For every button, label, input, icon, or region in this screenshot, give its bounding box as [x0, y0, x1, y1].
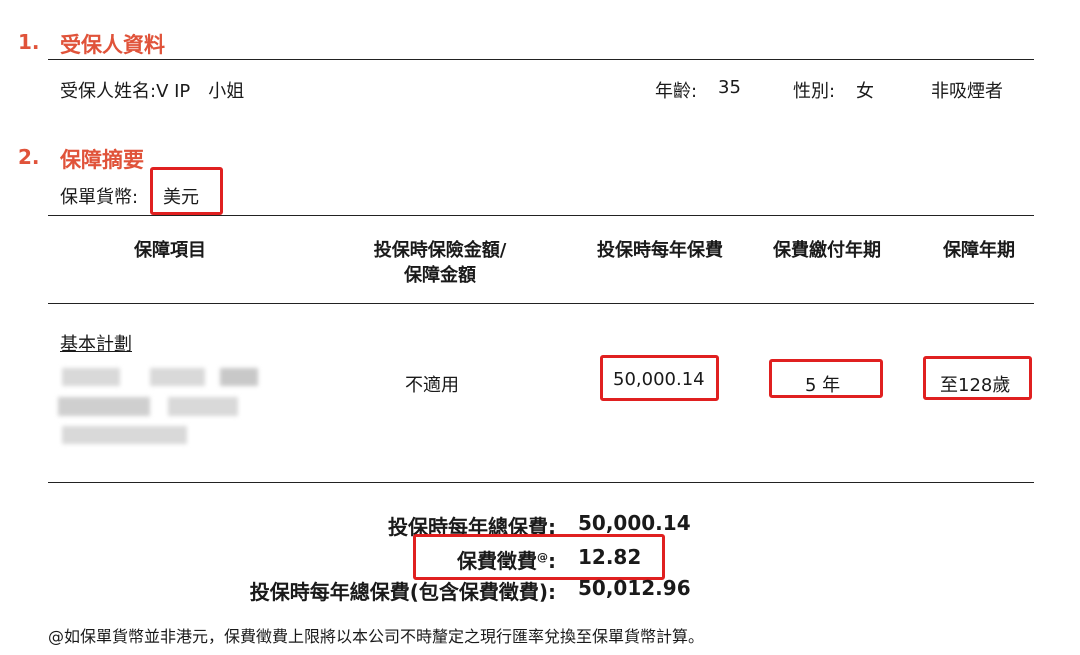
age-value: 35	[718, 77, 741, 98]
total-with-levy-label: 投保時每年總保費(包含保費徵費):	[249, 580, 556, 604]
sum-insured-value: 不適用	[405, 375, 459, 396]
header-payment-term: 保費繳付年期	[773, 240, 881, 261]
gender-value: 女	[856, 81, 874, 102]
total-with-levy-value: 50,012.96	[578, 576, 691, 600]
header-sum-insured-line2: 保障金額	[404, 265, 476, 286]
section1-title: 受保人資料	[60, 33, 165, 57]
table-header-divider	[48, 303, 1034, 304]
section2-title: 保障摘要	[60, 148, 144, 172]
levy-highlight-box	[413, 534, 665, 580]
footnote: @如保單貨幣並非港元，保費徵費上限將以本公司不時釐定之現行匯率兌換至保單貨幣計算…	[48, 627, 705, 646]
total-premium-value: 50,000.14	[578, 511, 691, 535]
age-label: 年齡:	[655, 81, 698, 102]
header-coverage-term: 保障年期	[943, 240, 1015, 261]
payment-term-highlight-box	[769, 359, 883, 398]
smoker-status: 非吸煙者	[931, 81, 1003, 102]
section2-number: 2.	[18, 145, 40, 169]
header-annual-premium: 投保時每年保費	[597, 240, 723, 261]
coverage-term-highlight-box	[923, 356, 1032, 400]
currency-label: 保單貨幣:	[60, 187, 139, 208]
annual-premium-highlight-box	[600, 355, 719, 401]
header-coverage-item: 保障項目	[134, 240, 206, 261]
header-sum-insured-line1: 投保時保險金額/	[373, 240, 507, 261]
table-bottom-divider	[48, 482, 1034, 483]
section1-divider	[48, 59, 1034, 60]
table-top-divider	[48, 215, 1034, 216]
gender-label: 性別:	[793, 81, 836, 102]
insured-name: 受保人姓名:V IP 小姐	[60, 81, 245, 102]
section1-number: 1.	[18, 30, 40, 54]
currency-highlight-box	[150, 167, 223, 215]
basic-plan-label: 基本計劃	[60, 334, 132, 355]
